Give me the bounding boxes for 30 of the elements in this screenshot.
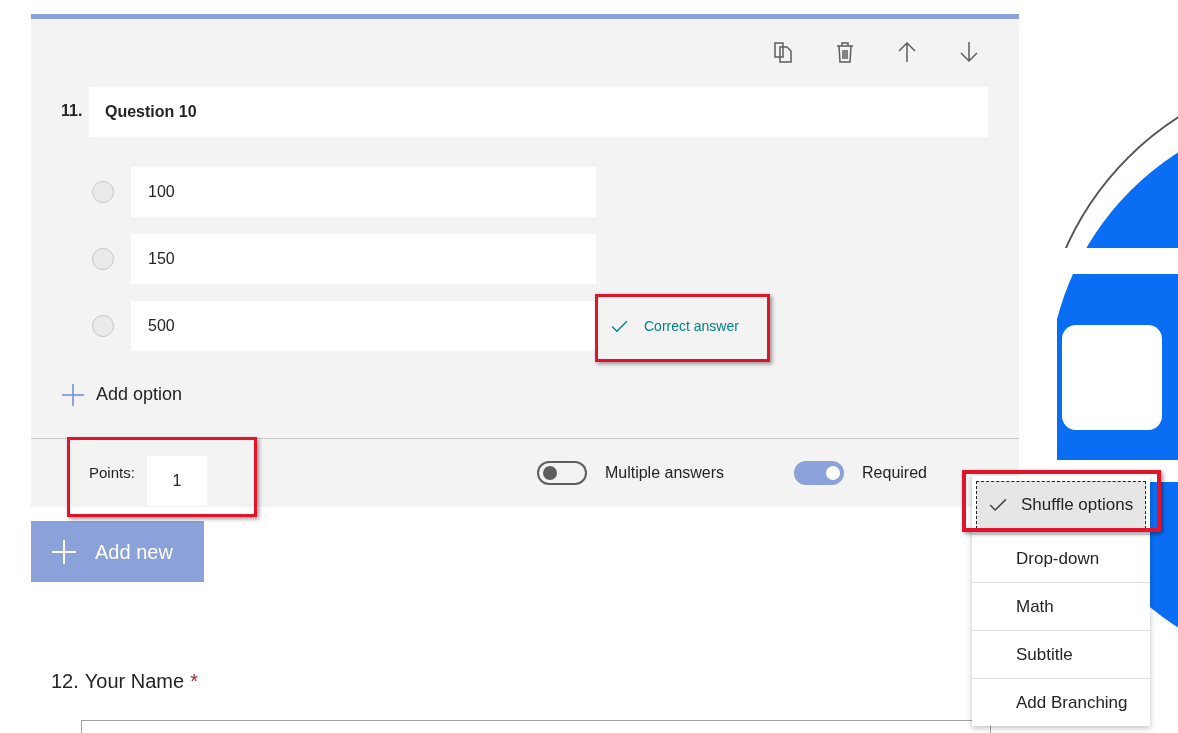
- plus-icon: [51, 538, 77, 565]
- question-number: 11.: [61, 101, 84, 121]
- toggle-label: Required: [862, 463, 927, 483]
- option-field[interactable]: 150: [131, 234, 596, 284]
- menu-item[interactable]: Subtitle: [972, 630, 1150, 678]
- menu-item[interactable]: Add Branching: [972, 678, 1150, 726]
- radio-button[interactable]: [92, 248, 114, 270]
- plus-icon: [61, 382, 85, 407]
- toggle-label: Multiple answers: [604, 463, 725, 483]
- question-title: Your Name: [84, 669, 185, 694]
- menu-item[interactable]: Shuffle options: [976, 481, 1146, 529]
- option-field[interactable]: 500: [131, 301, 596, 351]
- radio-button[interactable]: [92, 181, 114, 203]
- option-field[interactable]: 100: [131, 167, 596, 217]
- check-icon: [989, 498, 1007, 512]
- check-icon: [611, 319, 628, 333]
- required-mark: *: [190, 669, 198, 694]
- menu-item[interactable]: Drop-down: [972, 534, 1150, 582]
- radio-button[interactable]: [92, 315, 114, 337]
- toggle-switch[interactable]: [536, 461, 587, 485]
- down-arrow-icon[interactable]: [957, 39, 981, 64]
- points-field[interactable]: 1: [146, 456, 207, 506]
- correct-answer-button[interactable]: Correct answer: [609, 315, 741, 337]
- toggle-switch[interactable]: [794, 461, 845, 485]
- question-title-field[interactable]: Question 10: [89, 87, 988, 137]
- copy-icon[interactable]: [771, 39, 795, 64]
- points-label: Points:: [89, 462, 135, 483]
- question-number: 12.: [51, 669, 79, 694]
- add-option-button[interactable]: Add option: [61, 381, 183, 408]
- menu-item[interactable]: Math: [972, 582, 1150, 630]
